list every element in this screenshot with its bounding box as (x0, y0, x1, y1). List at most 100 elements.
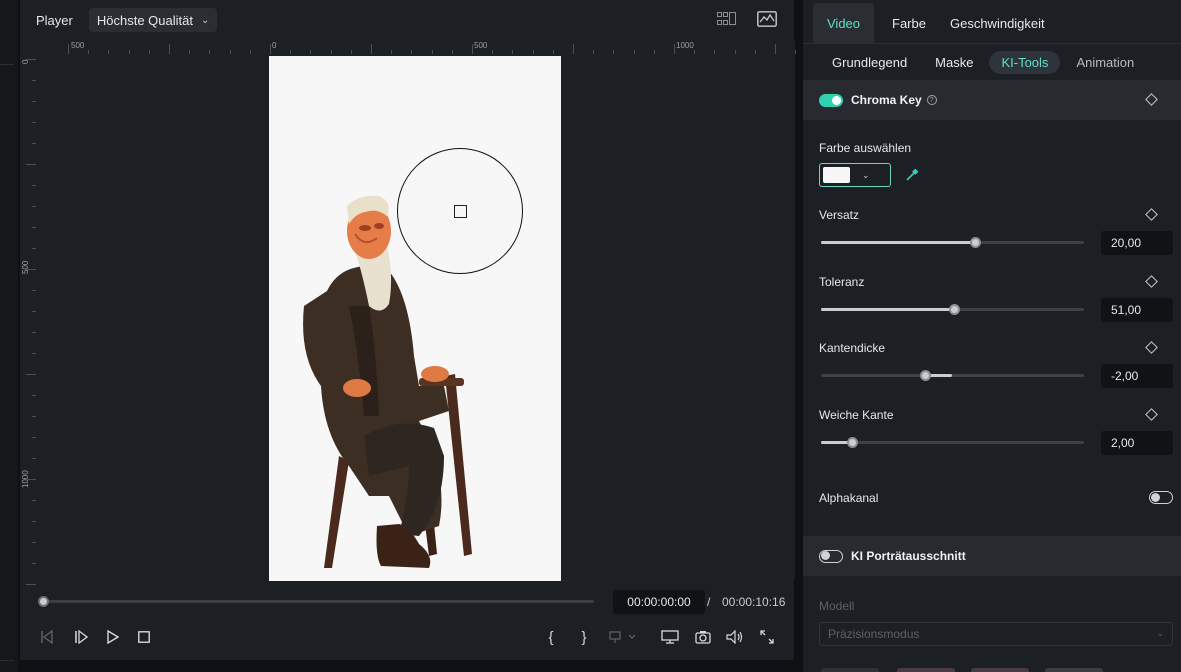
ruler-label: 0 (272, 41, 277, 50)
ai-portrait-toggle[interactable] (819, 549, 843, 563)
video-frame[interactable] (269, 56, 561, 581)
mark-in-icon[interactable]: { (540, 626, 562, 648)
ai-portrait-header: KI Porträtausschnitt (803, 536, 1181, 576)
playback-progress-track[interactable] (44, 600, 594, 603)
chevron-down-icon: ⌄ (862, 169, 870, 180)
toleranz-slider-fill (821, 308, 956, 311)
stop-icon[interactable] (133, 626, 155, 648)
snapshot-camera-icon[interactable] (692, 626, 714, 648)
keyframe-diamond-icon[interactable] (1145, 275, 1158, 288)
previous-frame-icon[interactable] (36, 626, 58, 648)
toleranz-slider-thumb[interactable] (949, 304, 961, 315)
left-gutter (0, 0, 18, 672)
toleranz-value-input[interactable]: 51,00 (1101, 298, 1173, 322)
player-title: Player (36, 12, 73, 28)
key-color-swatch (823, 167, 850, 183)
ruler-tick (68, 44, 69, 54)
mark-out-icon[interactable]: } (573, 626, 595, 648)
ruler-label: 0 (21, 59, 30, 64)
chroma-picker-target-icon[interactable] (454, 205, 467, 218)
subtab-maske[interactable]: Maske (923, 51, 985, 74)
kantendicke-slider-track[interactable] (821, 374, 1084, 377)
old-man-illustration (303, 195, 472, 568)
slider-label-weiche-kante: Weiche Kante (819, 408, 894, 422)
kantendicke-slider-thumb[interactable] (920, 370, 932, 381)
kantendicke-value-input[interactable]: -2,00 (1101, 364, 1173, 388)
ruler-tick (26, 269, 36, 270)
help-icon[interactable]: ? (926, 95, 937, 105)
chroma-key-toggle[interactable] (819, 93, 843, 107)
bottom-button[interactable] (971, 668, 1029, 672)
alpha-channel-label: Alphakanal (819, 491, 879, 505)
play-frame-icon[interactable] (70, 626, 92, 648)
ruler-tick (26, 164, 36, 165)
playback-controls: { } (20, 626, 795, 650)
versatz-slider-thumb[interactable] (970, 237, 982, 248)
playhead-handle[interactable] (38, 596, 49, 607)
quality-select[interactable]: Höchste Qualität ⌄ (88, 8, 218, 32)
alpha-channel-toggle[interactable] (1149, 491, 1173, 504)
model-label: Modell (819, 599, 855, 613)
app-window: Player Höchste Qualität ⌄ 500 0 500 1000… (0, 0, 1181, 672)
ruler-tick (674, 44, 675, 54)
ruler-tick (472, 44, 473, 54)
slider-label-toleranz: Toleranz (819, 275, 865, 289)
fullscreen-icon[interactable] (756, 626, 778, 648)
ruler-tick (775, 44, 776, 54)
quality-value: Höchste Qualität (96, 12, 193, 28)
key-color-select[interactable]: ⌄ (819, 163, 891, 187)
vertical-ruler: 0 500 1000 (20, 54, 36, 585)
ruler-label: 500 (474, 41, 488, 50)
chroma-key-header: Chroma Key ? (803, 80, 1181, 120)
ruler-tick (26, 374, 36, 375)
chroma-key-title: Chroma Key (851, 93, 922, 107)
ai-portrait-title: KI Porträtausschnitt (851, 549, 966, 563)
insert-clip-icon[interactable] (606, 626, 642, 648)
ruler-label: 1000 (676, 41, 694, 50)
color-select-label: Farbe auswählen (819, 141, 912, 155)
subtab-ki-tools[interactable]: KI-Tools (989, 50, 1061, 74)
bottom-button[interactable] (897, 668, 955, 672)
bottom-button[interactable] (821, 668, 879, 672)
horizontal-ruler: 500 0 500 1000 (56, 40, 797, 54)
ruler-tick (26, 59, 36, 60)
model-select: Präzisionsmodus ⌄ (819, 622, 1173, 646)
display-monitor-icon[interactable] (659, 626, 681, 648)
timecode-separator: / (707, 595, 711, 609)
weiche-kante-slider-track[interactable] (821, 441, 1084, 444)
ruler-tick (573, 44, 574, 54)
bottom-button[interactable] (1045, 668, 1103, 672)
inspector-panel: Video Farbe Geschwindigkeit Grundlegend … (803, 0, 1181, 672)
keyframe-diamond-icon[interactable] (1145, 341, 1158, 354)
ruler-tick (169, 44, 170, 54)
keyframe-diamond-icon[interactable] (1145, 408, 1158, 421)
grid-view-icon[interactable] (717, 10, 737, 28)
player-panel: Player Höchste Qualität ⌄ 500 0 500 1000… (20, 0, 797, 660)
scope-monitor-icon[interactable] (757, 10, 777, 28)
ruler-label: 500 (21, 260, 30, 274)
subtab-grundlegend[interactable]: Grundlegend (820, 51, 919, 74)
chevron-down-icon: ⌄ (200, 14, 210, 26)
play-icon[interactable] (102, 626, 124, 648)
ruler-label: 500 (71, 41, 85, 50)
volume-icon[interactable] (724, 626, 746, 648)
preview-canvas[interactable] (36, 54, 795, 581)
subtab-animation[interactable]: Animation (1064, 51, 1146, 74)
keyframe-diamond-icon[interactable] (1145, 93, 1158, 106)
tab-video[interactable]: Video (813, 3, 875, 43)
tab-geschwindigkeit[interactable]: Geschwindigkeit (938, 3, 1057, 43)
tab-farbe[interactable]: Farbe (880, 3, 938, 43)
weiche-kante-slider-thumb[interactable] (846, 437, 858, 448)
ruler-tick (270, 44, 271, 54)
keyframe-diamond-icon[interactable] (1145, 208, 1158, 221)
versatz-value-input[interactable]: 20,00 (1101, 231, 1173, 255)
player-header: Player Höchste Qualität ⌄ (20, 0, 795, 40)
eyedropper-icon[interactable] (905, 168, 919, 185)
weiche-kante-value-input[interactable]: 2,00 (1101, 431, 1173, 455)
current-timecode[interactable]: 00:00:00:00 (613, 590, 705, 614)
sub-tabs: Grundlegend Maske KI-Tools Animation (803, 44, 1181, 80)
ruler-tick (26, 479, 36, 480)
chevron-down-icon: ⌄ (1156, 628, 1164, 638)
slider-label-versatz: Versatz (819, 208, 860, 222)
ruler-tick (371, 44, 372, 54)
